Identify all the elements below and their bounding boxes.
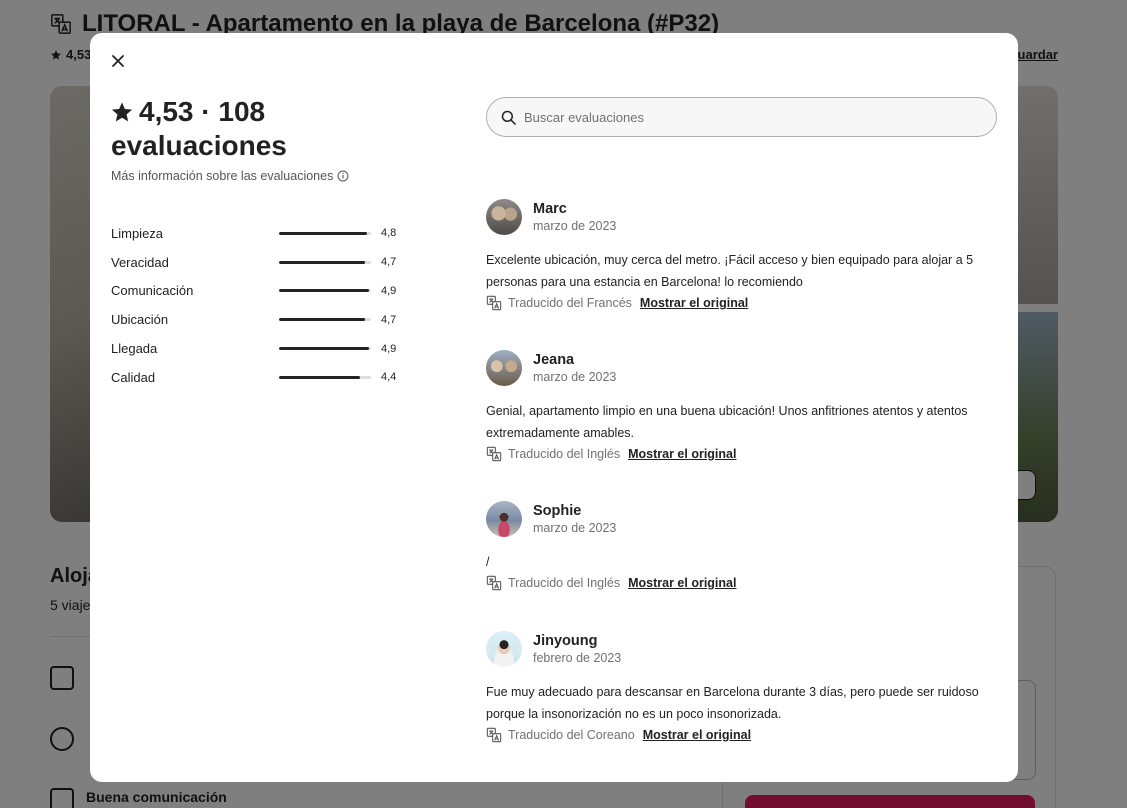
review-header: Jeana marzo de 2023 [486,350,1006,386]
close-button[interactable] [106,49,130,73]
more-info-link[interactable]: Más información sobre las evaluaciones [111,169,411,183]
category-value: 4,8 [381,227,397,240]
review-date: marzo de 2023 [533,521,617,535]
category-row: Veracidad 4,7 [111,248,401,277]
star-icon [111,102,133,122]
category-row: Limpieza 4,8 [111,219,401,248]
category-bar [279,231,371,235]
show-original-link[interactable]: Mostrar el original [643,728,751,742]
category-row: Ubicación 4,7 [111,305,401,334]
category-value: 4,9 [381,342,397,355]
category-bar [279,289,371,293]
avatar[interactable] [486,501,522,537]
category-value: 4,7 [381,313,397,326]
translated-from: Traducido del Francés [508,296,632,310]
category-bar [279,260,371,264]
category-bar [279,318,371,322]
category-row: Comunicación 4,9 [111,277,401,306]
show-original-link[interactable]: Mostrar el original [640,296,748,310]
reviewer-name: Jinyoung [533,633,598,649]
category-bar-fill [279,318,366,322]
translated-from: Traducido del Coreano [508,728,635,742]
rating-value: 4,53 [139,96,194,127]
review-text: Excelente ubicación, muy cerca del metro… [486,253,974,289]
category-value: 4,7 [381,256,397,269]
category-row: Llegada 4,9 [111,334,401,363]
avatar[interactable] [486,631,522,667]
reviewer-name: Marc [533,201,567,217]
category-bar-fill [279,231,368,235]
rating-heading: 4,53 · 108 evaluaciones [111,95,411,163]
category-label: Veracidad [111,254,169,270]
translated-from: Traducido del Inglés [508,447,621,461]
review-count-label: evaluaciones [111,130,287,161]
more-info-text: Más información sobre las evaluaciones [111,169,334,183]
translation-info: Traducido del Inglés Mostrar el original [486,446,1006,462]
translation-info: Traducido del Coreano Mostrar el origina… [486,727,1006,743]
category-label: Llegada [111,341,158,357]
avatar[interactable] [486,199,522,235]
review-date: febrero de 2023 [533,651,622,665]
search-bar[interactable] [486,97,997,137]
category-label: Comunicación [111,283,194,299]
rating-separator: · [201,96,211,127]
category-bar-fill [279,289,370,293]
review-text: / [486,555,490,569]
avatar[interactable] [486,350,522,386]
category-label: Limpieza [111,225,164,241]
reviewer-name: Sophie [533,503,582,519]
review-item: Jinyoung febrero de 2023 Fue muy adecuad… [486,631,1006,743]
translate-icon [486,575,502,591]
close-icon [112,55,124,67]
category-bar-fill [279,260,366,264]
review-header: Sophie marzo de 2023 [486,501,1006,537]
category-bar [279,375,371,379]
translate-icon [486,446,502,462]
review-item: Jeana marzo de 2023 Genial, apartamento … [486,350,1006,462]
category-bar [279,347,371,351]
category-row: Calidad 4,4 [111,363,401,392]
review-text: Fue muy adecuado para descansar en Barce… [486,685,979,721]
show-original-link[interactable]: Mostrar el original [628,447,736,461]
translate-icon [486,727,502,743]
show-original-link[interactable]: Mostrar el original [628,576,736,590]
category-ratings: Limpieza 4,8 Veracidad 4,7 Comunicación … [111,219,401,392]
review-item: Marc marzo de 2023 Excelente ubicación, … [486,199,1006,311]
reviews-modal: 4,53 · 108 evaluaciones Más información … [90,33,1018,782]
review-date: marzo de 2023 [533,219,617,233]
review-date: marzo de 2023 [533,370,617,384]
translate-icon [486,295,502,311]
reviewer-name: Jeana [533,352,575,368]
category-bar-fill [279,347,370,351]
category-value: 4,4 [381,371,397,384]
rating-summary: 4,53 · 108 evaluaciones Más información … [111,95,411,183]
translation-info: Traducido del Inglés Mostrar el original [486,575,1006,591]
translated-from: Traducido del Inglés [508,576,621,590]
info-icon [337,170,349,182]
search-icon [501,110,516,125]
category-label: Calidad [111,369,156,385]
review-text: Genial, apartamento limpio en una buena … [486,404,968,440]
review-header: Jinyoung febrero de 2023 [486,631,1006,667]
review-header: Marc marzo de 2023 [486,199,1006,235]
translation-info: Traducido del Francés Mostrar el origina… [486,295,1006,311]
review-item: Sophie marzo de 2023 / Traducido del Ing… [486,501,1006,591]
category-label: Ubicación [111,312,169,328]
category-value: 4,9 [381,284,397,297]
category-bar-fill [279,375,360,379]
search-input[interactable] [524,109,964,125]
review-count: 108 [218,96,266,127]
